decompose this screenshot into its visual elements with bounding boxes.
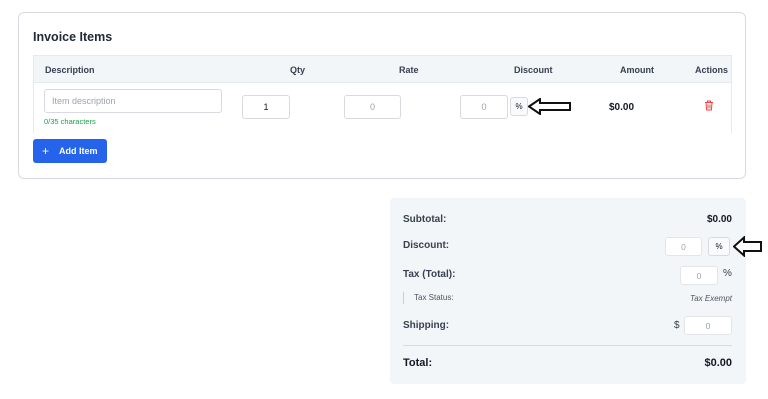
- column-description: Description: [45, 65, 95, 75]
- table-row: Item description 0/35 characters 1 0 0 %…: [33, 83, 732, 133]
- summary-discount-input[interactable]: 0: [665, 237, 702, 256]
- total-value: $0.00: [704, 357, 732, 369]
- summary-discount-type-toggle[interactable]: %: [708, 237, 730, 256]
- discount-label: Discount:: [403, 240, 450, 251]
- tax-unit: %: [723, 268, 732, 279]
- column-discount: Discount: [514, 65, 553, 75]
- left-arrow-icon: [528, 98, 571, 115]
- tax-status-value: Tax Exempt: [690, 294, 732, 303]
- plus-icon: +: [42, 144, 50, 158]
- item-qty-input[interactable]: 1: [242, 95, 290, 119]
- column-rate: Rate: [399, 65, 419, 75]
- invoice-summary: Subtotal: $0.00 Discount: 0 % Tax (Total…: [390, 198, 762, 384]
- description-char-count: 0/35 characters: [44, 117, 96, 126]
- add-item-label: Add Item: [59, 146, 98, 156]
- total-label: Total:: [403, 357, 433, 369]
- column-actions: Actions: [695, 65, 729, 75]
- item-rate-input[interactable]: 0: [344, 95, 401, 119]
- column-amount: Amount: [620, 65, 654, 75]
- item-discount-input[interactable]: 0: [460, 95, 508, 119]
- invoice-items-title: Invoice Items: [33, 30, 113, 44]
- shipping-currency: $: [674, 320, 680, 331]
- tax-status-label: Tax Status:: [403, 292, 454, 304]
- items-table-header: Description Qty Rate Discount Amount Act…: [33, 55, 732, 83]
- subtotal-label: Subtotal:: [403, 214, 447, 225]
- item-description-input[interactable]: Item description: [44, 89, 222, 113]
- tax-input[interactable]: 0: [680, 266, 718, 285]
- shipping-label: Shipping:: [403, 320, 450, 331]
- left-arrow-icon: [733, 236, 762, 257]
- item-discount-type-toggle[interactable]: %: [510, 97, 528, 116]
- item-amount: $0.00: [609, 102, 635, 113]
- add-item-button[interactable]: + Add Item: [33, 139, 107, 163]
- column-qty: Qty: [290, 65, 306, 75]
- subtotal-value: $0.00: [706, 214, 732, 225]
- summary-divider: [403, 345, 732, 346]
- tax-label: Tax (Total):: [403, 269, 456, 280]
- trash-icon[interactable]: [704, 100, 714, 111]
- invoice-items-card: Invoice Items Description Qty Rate Disco…: [18, 12, 746, 179]
- shipping-input[interactable]: 0: [684, 316, 732, 335]
